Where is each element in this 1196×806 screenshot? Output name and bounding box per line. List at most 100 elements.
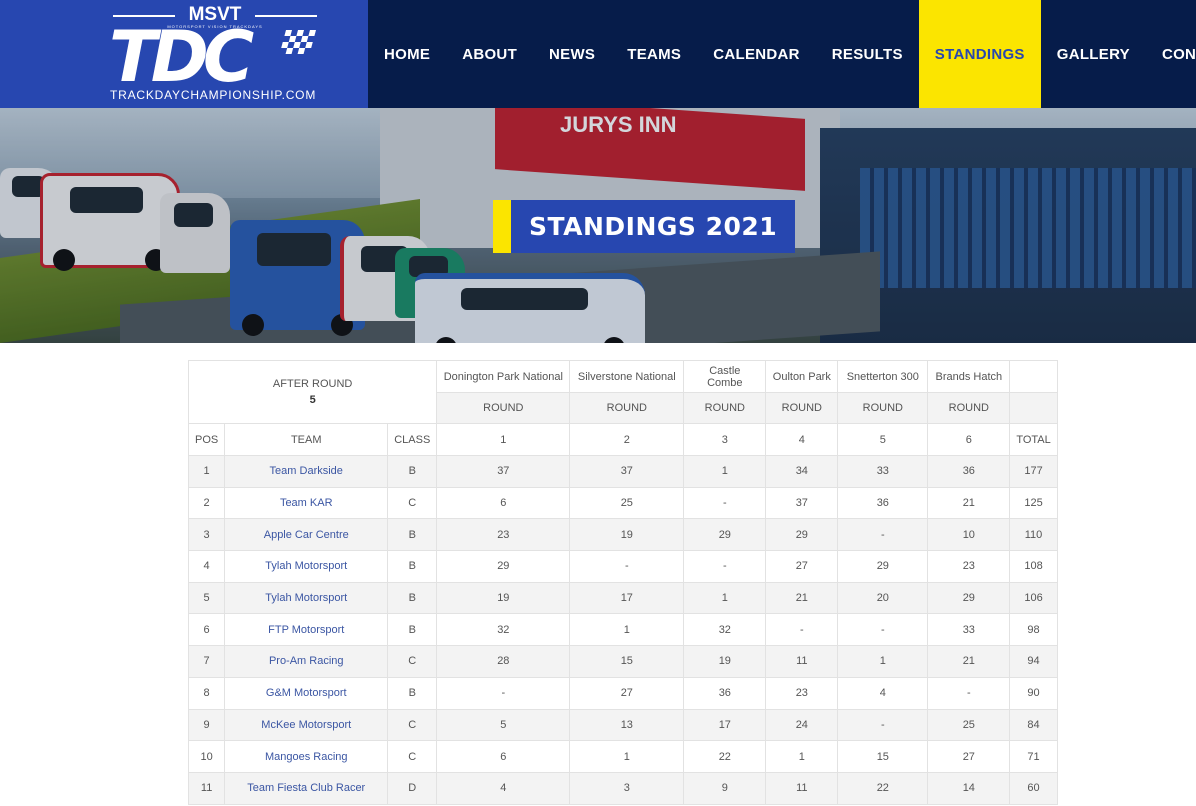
logo-tdc: TDC [109,16,254,98]
round-points-cell: 1 [683,455,767,488]
team-link[interactable]: FTP Motorsport [224,613,389,647]
nav-gallery[interactable]: GALLERY [1041,0,1146,108]
team-link[interactable]: Team Fiesta Club Racer [224,771,389,805]
table-row: 7 Pro-Am Racing C 28 15 19 11 1 21 94 [187,645,1058,678]
nav-home[interactable]: HOME [368,0,446,108]
empty-header [1009,360,1058,393]
round-points-cell: 29 [765,518,839,552]
standings-table: AFTER ROUND 5 Donington Park National Si… [187,360,1058,805]
round-points-cell: 1 [569,740,685,773]
table-row: 8 G&M Motorsport B -27 36 23 4-90 [187,676,1058,710]
table-row: 2 Team KAR C 6 25-37 36 21 125 [187,486,1058,520]
round-label: ROUND [765,392,839,424]
table-row: 4 Tylah Motorsport B 29- -27 29 23 108 [187,550,1058,583]
venue-header: Snetterton 300 [837,360,929,393]
team-link[interactable]: Team Darkside [224,455,389,488]
team-link[interactable]: Mangoes Racing [224,740,389,773]
total-cell: 106 [1009,581,1058,615]
team-link[interactable]: Team KAR [224,486,389,520]
round-points-cell: 36 [837,486,929,520]
class-cell: B [387,581,438,615]
total-cell: 84 [1009,708,1058,742]
after-round-value: 5 [309,394,316,406]
round-points-cell: 34 [765,455,839,488]
header-team: TEAM [224,423,389,456]
round-points-cell: 23 [927,550,1011,583]
class-cell: C [387,708,438,742]
header-round-number: 1 [436,423,571,456]
round-points-cell: 29 [927,581,1011,615]
standings-body: 1 Team Darkside B 37 37 1 34 33 36 177 2 Team KAR C 6… [187,455,1058,805]
class-cell: D [387,771,438,805]
pos-cell: 8 [187,676,226,710]
round-points-cell: - [837,708,929,742]
round-points-cell: 29 [436,550,571,583]
table-row: 6 FTP Motorsport B 32 1 32- -33 98 [187,613,1058,647]
round-points-cell: 6 [436,486,571,520]
header-pos: POS [187,423,226,456]
logo-domain: TRACKDAYCHAMPIONSHIP.COM [110,88,317,102]
round-points-cell: - [837,518,929,552]
round-points-cell: 13 [569,708,685,742]
round-points-cell: 36 [927,455,1011,488]
class-cell: B [387,676,438,710]
header-total: TOTAL [1009,423,1058,456]
round-points-cell: 4 [436,771,571,805]
team-link[interactable]: Tylah Motorsport [224,550,389,583]
round-points-cell: 32 [436,613,571,647]
round-points-cell: 29 [683,518,767,552]
table-row: 10 Mangoes Racing C 6 1 22 1 15 27 71 [187,740,1058,773]
site-header: MSVT MOTORSPORT VISION TRACKDAYS TDC TRA… [0,0,1196,108]
total-cell: 94 [1009,645,1058,678]
pos-cell: 5 [187,581,226,615]
class-cell: B [387,550,438,583]
class-cell: B [387,518,438,552]
total-cell: 60 [1009,771,1058,805]
round-points-cell: 33 [927,613,1011,647]
table-row: 3 Apple Car Centre B 23 19 29 29-10 110 [187,518,1058,552]
nav-teams[interactable]: TEAMS [611,0,697,108]
round-points-cell: - [569,550,685,583]
header-round-number: 4 [765,423,839,456]
nav-results[interactable]: RESULTS [816,0,919,108]
round-points-cell: 19 [436,581,571,615]
round-points-cell: 15 [837,740,929,773]
table-row: 11 Team Fiesta Club Racer D 4 3 9 11 22 14 60 [187,771,1058,805]
total-cell: 125 [1009,486,1058,520]
total-cell: 177 [1009,455,1058,488]
round-points-cell: 25 [569,486,685,520]
nav-contact[interactable]: CONTACT [1146,0,1196,108]
team-link[interactable]: Tylah Motorsport [224,581,389,615]
page-title-text: STANDINGS 2021 [511,200,796,253]
nav-standings[interactable]: STANDINGS [918,0,1041,108]
class-cell: C [387,740,438,773]
pos-cell: 11 [187,771,226,805]
venue-header: Brands Hatch [927,360,1011,393]
pos-cell: 1 [187,455,226,488]
venue-header: Donington Park National [436,360,571,393]
main-nav: HOME ABOUT NEWS TEAMS CALENDAR RESULTS S… [368,0,1196,108]
team-link[interactable]: McKee Motorsport [224,708,389,742]
round-points-cell: 11 [765,771,839,805]
round-points-cell: 1 [683,581,767,615]
team-link[interactable]: Apple Car Centre [224,518,389,552]
venue-header: Oulton Park [765,360,839,393]
total-cell: 110 [1009,518,1058,552]
checkered-flag-icon [281,30,316,54]
round-points-cell: 5 [436,708,571,742]
site-logo[interactable]: MSVT MOTORSPORT VISION TRACKDAYS TDC TRA… [0,0,368,108]
team-link[interactable]: Pro-Am Racing [224,645,389,678]
header-round-number: 2 [569,423,685,456]
nav-about[interactable]: ABOUT [446,0,533,108]
round-points-cell: - [683,486,767,520]
round-points-cell: 11 [765,645,839,678]
total-cell: 98 [1009,613,1058,647]
nav-news[interactable]: NEWS [533,0,611,108]
nav-calendar[interactable]: CALENDAR [697,0,816,108]
round-points-cell: - [927,676,1011,710]
table-row: 5 Tylah Motorsport B 19 17 1 21 20 29 106 [187,581,1058,615]
venue-header: Silverstone National [569,360,685,393]
round-points-cell: 27 [569,676,685,710]
team-link[interactable]: G&M Motorsport [224,676,389,710]
class-cell: B [387,455,438,488]
